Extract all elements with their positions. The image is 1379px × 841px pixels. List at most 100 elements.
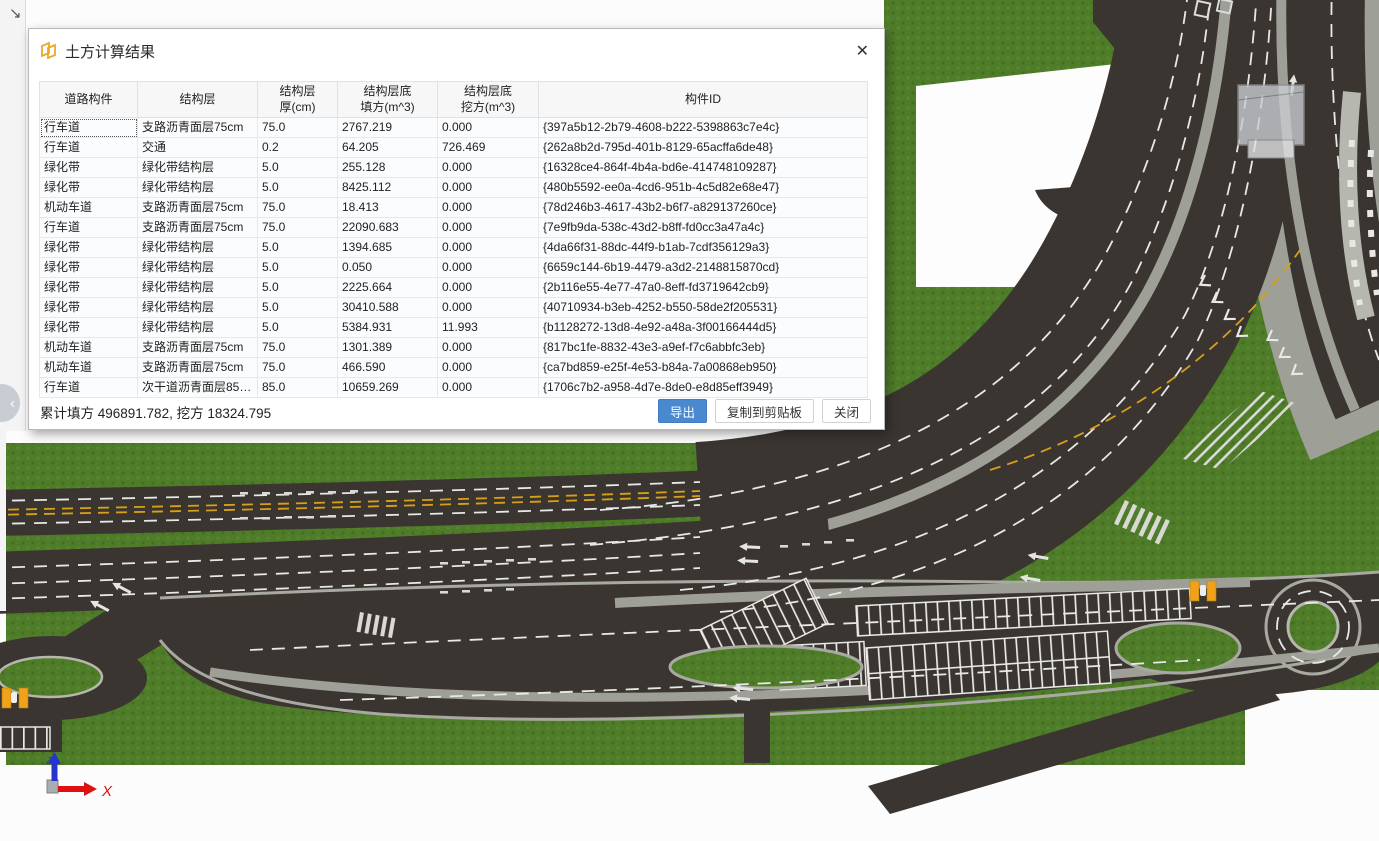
table-cell[interactable]: 2767.219	[338, 118, 438, 138]
table-cell[interactable]: 64.205	[338, 138, 438, 158]
table-cell[interactable]: {ca7bd859-e25f-4e53-b84a-7a00868eb950}	[539, 358, 868, 378]
table-cell[interactable]: 466.590	[338, 358, 438, 378]
table-cell[interactable]: 11.993	[438, 318, 539, 338]
table-cell[interactable]: 1301.389	[338, 338, 438, 358]
col-header-id[interactable]: 构件ID	[539, 82, 868, 118]
table-row[interactable]: 绿化带绿化带结构层5.02225.6640.000{2b116e55-4e77-…	[40, 278, 868, 298]
table-cell[interactable]: {262a8b2d-795d-401b-8129-65acffa6de48}	[539, 138, 868, 158]
table-cell[interactable]: 22090.683	[338, 218, 438, 238]
table-cell[interactable]: 绿化带结构层	[138, 318, 258, 338]
close-button[interactable]: 关闭	[822, 399, 871, 423]
table-cell[interactable]: {40710934-b3eb-4252-b550-58de2f205531}	[539, 298, 868, 318]
table-cell[interactable]: 绿化带	[40, 158, 138, 178]
table-cell[interactable]: {817bc1fe-8832-43e3-a9ef-f7c6abbfc3eb}	[539, 338, 868, 358]
table-cell[interactable]: 726.469	[438, 138, 539, 158]
table-cell[interactable]: 0.000	[438, 338, 539, 358]
table-cell[interactable]: 5.0	[258, 238, 338, 258]
table-cell[interactable]: {7e9fb9da-538c-43d2-b8ff-fd0cc3a47a4c}	[539, 218, 868, 238]
copy-to-clipboard-button[interactable]: 复制到剪贴板	[715, 399, 814, 423]
table-cell[interactable]: 75.0	[258, 358, 338, 378]
table-row[interactable]: 机动车道支路沥青面层75cm75.0466.5900.000{ca7bd859-…	[40, 358, 868, 378]
table-row[interactable]: 机动车道支路沥青面层75cm75.018.4130.000{78d246b3-4…	[40, 198, 868, 218]
table-row[interactable]: 行车道支路沥青面层75cm75.022090.6830.000{7e9fb9da…	[40, 218, 868, 238]
table-cell[interactable]: {2b116e55-4e77-47a0-8eff-fd3719642cb9}	[539, 278, 868, 298]
table-cell[interactable]: 0.000	[438, 298, 539, 318]
table-cell[interactable]: 绿化带	[40, 278, 138, 298]
table-cell[interactable]: 0.000	[438, 178, 539, 198]
table-cell[interactable]: 75.0	[258, 198, 338, 218]
col-header-thickness[interactable]: 结构层 厚(cm)	[258, 82, 338, 118]
table-cell[interactable]: 5.0	[258, 278, 338, 298]
table-row[interactable]: 绿化带绿化带结构层5.05384.93111.993{b1128272-13d8…	[40, 318, 868, 338]
table-row[interactable]: 行车道支路沥青面层75cm75.02767.2190.000{397a5b12-…	[40, 118, 868, 138]
table-cell[interactable]: 行车道	[40, 118, 138, 138]
table-cell[interactable]: {78d246b3-4617-43b2-b6f7-a829137260ce}	[539, 198, 868, 218]
table-cell[interactable]: 8425.112	[338, 178, 438, 198]
close-icon[interactable]: ✕	[854, 39, 871, 63]
table-row[interactable]: 绿化带绿化带结构层5.030410.5880.000{40710934-b3eb…	[40, 298, 868, 318]
table-cell[interactable]: {4da66f31-88dc-44f9-b1ab-7cdf356129a3}	[539, 238, 868, 258]
table-cell[interactable]: 0.000	[438, 278, 539, 298]
table-cell[interactable]: 1394.685	[338, 238, 438, 258]
table-cell[interactable]: 支路沥青面层75cm	[138, 118, 258, 138]
table-cell[interactable]: 5384.931	[338, 318, 438, 338]
export-button[interactable]: 导出	[658, 399, 707, 423]
table-cell[interactable]: 绿化带	[40, 178, 138, 198]
table-cell[interactable]: 0.000	[438, 118, 539, 138]
table-cell[interactable]: 绿化带结构层	[138, 278, 258, 298]
table-cell[interactable]: 5.0	[258, 258, 338, 278]
table-cell[interactable]: 机动车道	[40, 198, 138, 218]
table-cell[interactable]: 75.0	[258, 218, 338, 238]
table-row[interactable]: 绿化带绿化带结构层5.08425.1120.000{480b5592-ee0a-…	[40, 178, 868, 198]
table-cell[interactable]: 75.0	[258, 338, 338, 358]
table-cell[interactable]: 5.0	[258, 158, 338, 178]
table-cell[interactable]: 5.0	[258, 318, 338, 338]
table-cell[interactable]: 30410.588	[338, 298, 438, 318]
table-cell[interactable]: 绿化带结构层	[138, 158, 258, 178]
table-row[interactable]: 机动车道支路沥青面层75cm75.01301.3890.000{817bc1fe…	[40, 338, 868, 358]
table-cell[interactable]: {16328ce4-864f-4b4a-bd6e-414748109287}	[539, 158, 868, 178]
table-cell[interactable]: 0.000	[438, 258, 539, 278]
table-cell[interactable]: 绿化带结构层	[138, 298, 258, 318]
table-cell[interactable]: 绿化带	[40, 258, 138, 278]
table-row[interactable]: 行车道交通0.264.205726.469{262a8b2d-795d-401b…	[40, 138, 868, 158]
table-cell[interactable]: 18.413	[338, 198, 438, 218]
table-cell[interactable]: 行车道	[40, 218, 138, 238]
col-header-component[interactable]: 道路构件	[40, 82, 138, 118]
table-cell[interactable]: 绿化带结构层	[138, 238, 258, 258]
col-header-fill[interactable]: 结构层底 填方(m^3)	[338, 82, 438, 118]
table-cell[interactable]: 绿化带	[40, 298, 138, 318]
table-cell[interactable]: 绿化带结构层	[138, 258, 258, 278]
table-cell[interactable]: {b1128272-13d8-4e92-a48a-3f00166444d5}	[539, 318, 868, 338]
table-cell[interactable]: 支路沥青面层75cm	[138, 218, 258, 238]
table-cell[interactable]: 绿化带	[40, 238, 138, 258]
col-header-layer[interactable]: 结构层	[138, 82, 258, 118]
table-cell[interactable]: {6659c144-6b19-4479-a3d2-2148815870cd}	[539, 258, 868, 278]
table-cell[interactable]: 2225.664	[338, 278, 438, 298]
table-cell[interactable]: 支路沥青面层75cm	[138, 338, 258, 358]
table-cell[interactable]: 交通	[138, 138, 258, 158]
table-row[interactable]: 绿化带绿化带结构层5.00.0500.000{6659c144-6b19-447…	[40, 258, 868, 278]
table-cell[interactable]: 255.128	[338, 158, 438, 178]
col-header-cut[interactable]: 结构层底 挖方(m^3)	[438, 82, 539, 118]
table-cell[interactable]: 机动车道	[40, 338, 138, 358]
table-cell[interactable]: 75.0	[258, 118, 338, 138]
table-cell[interactable]: 0.2	[258, 138, 338, 158]
table-cell[interactable]: {480b5592-ee0a-4cd6-951b-4c5d82e68e47}	[539, 178, 868, 198]
table-cell[interactable]: 0.050	[338, 258, 438, 278]
table-cell[interactable]: 支路沥青面层75cm	[138, 358, 258, 378]
table-cell[interactable]: 支路沥青面层75cm	[138, 198, 258, 218]
table-cell[interactable]: 5.0	[258, 298, 338, 318]
table-cell[interactable]: 行车道	[40, 138, 138, 158]
table-cell[interactable]: 0.000	[438, 218, 539, 238]
table-cell[interactable]: 机动车道	[40, 358, 138, 378]
table-cell[interactable]: {397a5b12-2b79-4608-b222-5398863c7e4c}	[539, 118, 868, 138]
table-cell[interactable]: 5.0	[258, 178, 338, 198]
table-cell[interactable]: 绿化带	[40, 318, 138, 338]
table-cell[interactable]: 绿化带结构层	[138, 178, 258, 198]
table-row[interactable]: 绿化带绿化带结构层5.01394.6850.000{4da66f31-88dc-…	[40, 238, 868, 258]
table-cell[interactable]: 0.000	[438, 158, 539, 178]
table-cell[interactable]: 0.000	[438, 358, 539, 378]
table-cell[interactable]: 0.000	[438, 198, 539, 218]
table-row[interactable]: 绿化带绿化带结构层5.0255.1280.000{16328ce4-864f-4…	[40, 158, 868, 178]
